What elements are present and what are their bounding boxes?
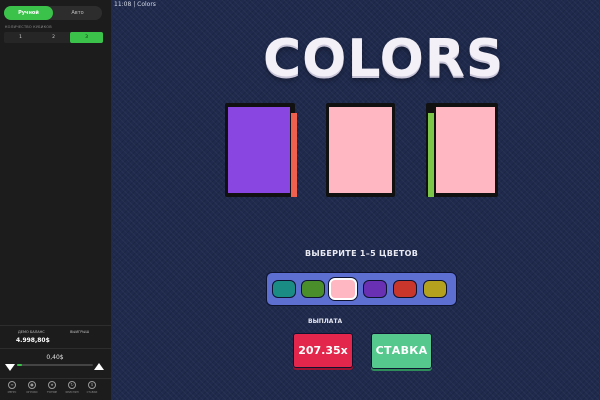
nav-tournament[interactable]: ★ ТУРНИР [42, 381, 62, 394]
tile-side [428, 113, 434, 197]
nav-freespin[interactable]: ↻ ФРИСПИН [62, 381, 82, 394]
instruction-text: ВЫБЕРИТЕ 1–5 ЦВЕТОВ [305, 249, 419, 258]
swatch-teal[interactable] [272, 280, 296, 298]
nav-menu[interactable]: ≡ МЕНЮ [2, 381, 22, 394]
nav-label: ТУРНИР [46, 391, 58, 394]
cube-count-label: КОЛИЧЕСТВО КУБИКОВ [5, 25, 52, 29]
nav-label: СТАВКИ [86, 391, 98, 394]
nav-label: МЕНЮ [7, 391, 17, 394]
divider [0, 348, 111, 349]
auto-mode-button[interactable]: Авто [53, 6, 102, 20]
tile-face [228, 107, 290, 193]
payout-label: ВЫПЛАТА [308, 318, 343, 325]
balance-label: ДЕМО БАЛАНС [18, 330, 45, 334]
tile-face [436, 107, 495, 193]
bet-button[interactable]: СТАВКА [371, 333, 432, 369]
win-label: ВЫИГРЫШ [70, 330, 90, 334]
bets-icon: $ [88, 381, 96, 389]
game-title: COLORS [263, 29, 505, 89]
cube-count-option-3[interactable]: 3 [70, 32, 103, 43]
swatch-red[interactable] [393, 280, 417, 298]
payout-value: 207.35x [293, 333, 353, 368]
color-tile-2 [326, 103, 395, 197]
divider [0, 325, 111, 326]
bet-slider-fill [17, 364, 23, 366]
mode-toggle: Ручной Авто [4, 6, 102, 20]
control-panel: Ручной Авто КОЛИЧЕСТВО КУБИКОВ 1 2 3 ДЕМ… [0, 0, 112, 400]
footer-nav: ≡ МЕНЮ ● ИГРОКИ ★ ТУРНИР ↻ ФРИСПИН $ СТА… [0, 381, 111, 400]
bet-amount[interactable]: 0,40$ [40, 354, 70, 361]
swatch-pink[interactable] [329, 278, 357, 300]
nav-label: ИГРОКИ [26, 391, 38, 394]
balance-value: 4.998,80$ [16, 337, 50, 344]
color-tile-3 [426, 103, 498, 197]
divider [0, 378, 111, 379]
game-area: 11:08 | Colors COLORS ВЫБЕРИТЕ 1–5 ЦВЕТО… [112, 0, 600, 400]
manual-mode-button[interactable]: Ручной [4, 6, 53, 20]
swatch-purple[interactable] [363, 280, 387, 298]
menu-icon: ≡ [8, 381, 16, 389]
bet-slider[interactable] [17, 364, 93, 366]
tile-face [329, 107, 392, 193]
nav-bets[interactable]: $ СТАВКИ [82, 381, 102, 394]
swatch-green[interactable] [301, 280, 325, 298]
nav-label: ФРИСПИН [65, 391, 79, 394]
swatch-olive[interactable] [423, 280, 447, 298]
increase-bet-icon[interactable] [94, 363, 104, 370]
decrease-bet-icon[interactable] [5, 364, 15, 371]
tournament-icon: ★ [48, 381, 56, 389]
nav-players[interactable]: ● ИГРОКИ [22, 381, 42, 394]
window-title: 11:08 | Colors [114, 1, 156, 8]
freespin-icon: ↻ [68, 381, 76, 389]
players-icon: ● [28, 381, 36, 389]
cube-count-option-1[interactable]: 1 [4, 32, 37, 43]
tile-side [291, 113, 297, 197]
cube-count-selector: 1 2 3 [4, 32, 103, 43]
color-tile-1 [225, 103, 297, 197]
cube-count-option-2[interactable]: 2 [37, 32, 70, 43]
color-palette [266, 272, 457, 306]
